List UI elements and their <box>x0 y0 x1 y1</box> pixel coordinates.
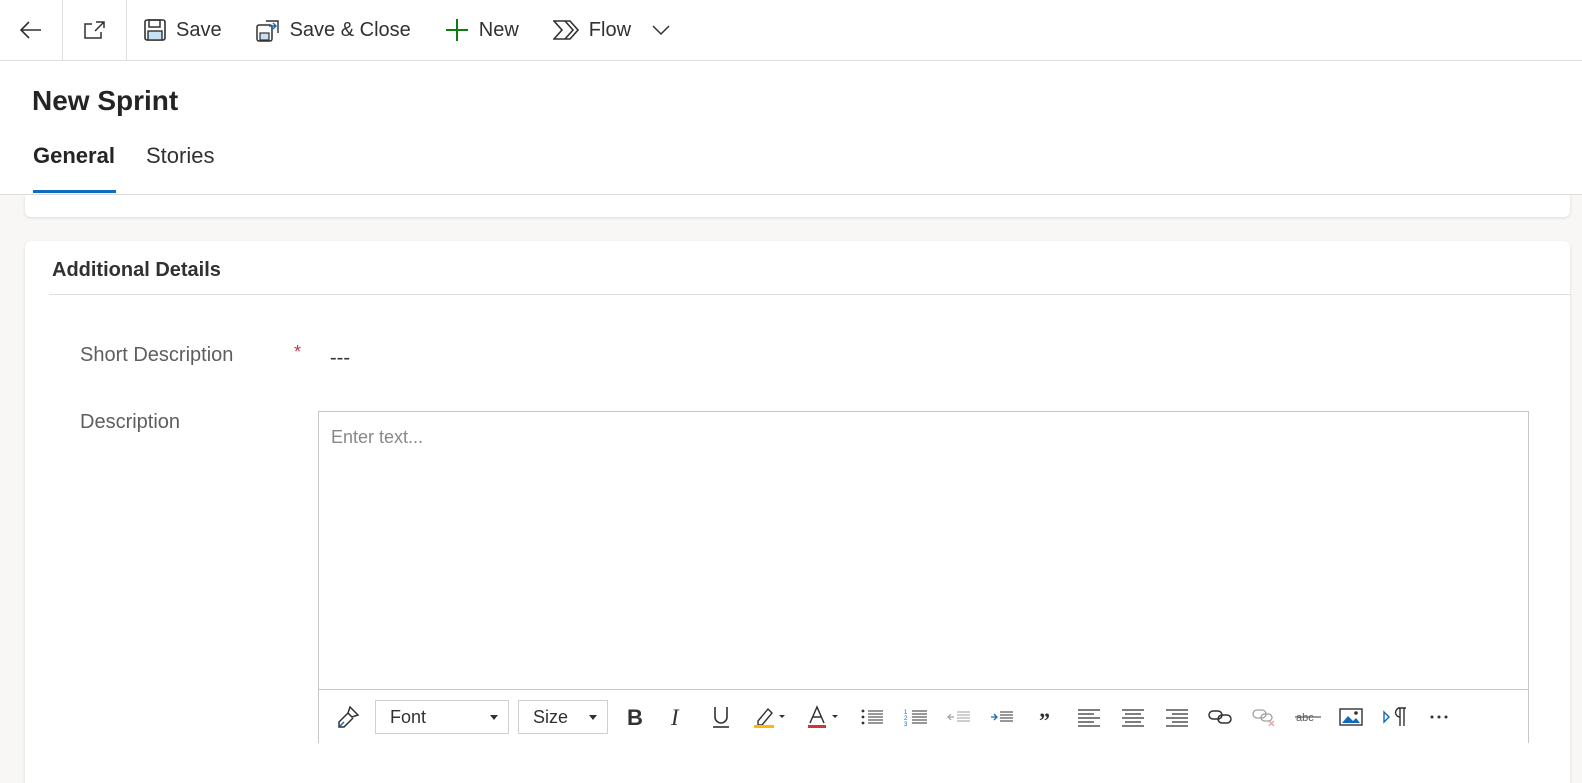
numbered-list-button[interactable]: 123 <box>903 690 929 744</box>
open-in-new-window-button[interactable] <box>63 0 127 61</box>
active-tab-indicator <box>33 190 116 193</box>
form-header: New Sprint General Stories <box>0 61 1582 195</box>
description-label: Description <box>80 411 181 433</box>
format-painter-button[interactable] <box>335 690 361 744</box>
size-dropdown-label: Size <box>533 706 569 727</box>
remove-link-button[interactable] <box>1251 690 1277 744</box>
align-left-button[interactable] <box>1076 690 1102 744</box>
description-input[interactable]: Enter text... <box>331 427 423 448</box>
save-and-close-label: Save & Close <box>289 18 411 41</box>
align-center-button[interactable] <box>1120 690 1146 744</box>
italic-icon: I <box>670 706 680 728</box>
link-icon <box>1208 710 1232 724</box>
font-dropdown[interactable]: Font <box>375 700 509 734</box>
format-painter-icon <box>338 705 360 728</box>
flow-label: Flow <box>588 18 632 41</box>
increase-indent-button[interactable] <box>989 690 1015 744</box>
additional-details-section: Additional Details Short Description * -… <box>25 241 1571 783</box>
save-icon <box>144 19 166 41</box>
unlink-icon <box>1252 709 1275 727</box>
align-right-button[interactable] <box>1164 690 1190 744</box>
image-icon <box>1339 708 1363 726</box>
save-and-close-icon <box>255 20 279 42</box>
bold-button[interactable]: B <box>621 690 647 744</box>
insert-image-button[interactable] <box>1338 690 1364 744</box>
tab-general[interactable]: General <box>33 143 115 194</box>
save-and-close-button[interactable]: Save & Close <box>239 0 428 61</box>
text-direction-button[interactable] <box>1382 690 1408 744</box>
more-options-button[interactable] <box>1426 690 1452 744</box>
short-description-label: Short Description <box>80 344 234 366</box>
blockquote-icon: ” <box>1039 709 1050 725</box>
font-dropdown-label: Font <box>390 706 427 727</box>
tab-stories[interactable]: Stories <box>146 143 214 194</box>
command-bar: Save Save & Close New Flow <box>0 0 1582 61</box>
bulleted-list-icon <box>861 709 883 725</box>
flow-dropdown-button[interactable] <box>648 0 674 61</box>
required-marker: * <box>294 342 302 362</box>
highlight-icon <box>754 707 785 728</box>
text-direction-icon <box>1383 707 1406 726</box>
new-button[interactable]: New <box>428 0 536 61</box>
description-rich-text-editor: Enter text... Font Size B I 1 2 3 ” abc <box>318 411 1529 743</box>
numbered-list-icon: 123 <box>904 710 927 727</box>
svg-text:B: B <box>627 706 643 728</box>
size-dropdown[interactable]: Size <box>518 700 608 734</box>
plus-icon <box>445 19 468 41</box>
strikethrough-button[interactable]: abc <box>1295 690 1321 744</box>
flow-icon <box>552 20 579 40</box>
svg-text:abc: abc <box>1296 712 1314 724</box>
more-icon <box>1430 715 1448 719</box>
highlight-button[interactable] <box>751 690 789 744</box>
pop-out-icon <box>83 21 105 39</box>
strikethrough-icon: abc <box>1295 712 1321 724</box>
short-description-field[interactable]: --- <box>330 347 350 370</box>
new-label: New <box>478 18 519 41</box>
increase-indent-icon <box>991 711 1013 722</box>
align-left-icon <box>1078 709 1100 727</box>
section-divider <box>49 294 1571 295</box>
italic-button[interactable]: I <box>664 690 690 744</box>
insert-link-button[interactable] <box>1207 690 1233 744</box>
font-color-icon <box>808 705 838 728</box>
back-arrow-icon <box>20 21 41 39</box>
underline-icon <box>713 707 729 728</box>
svg-text:3: 3 <box>904 722 908 727</box>
save-button[interactable]: Save <box>127 0 239 61</box>
caret-down-icon <box>589 714 597 720</box>
caret-down-icon <box>490 714 498 720</box>
back-button[interactable] <box>0 0 63 61</box>
underline-button[interactable] <box>708 690 734 744</box>
editor-toolbar: Font Size B I 1 2 3 ” abc <box>319 689 1528 743</box>
previous-section-card <box>25 195 1570 217</box>
font-color-button[interactable] <box>804 690 842 744</box>
align-center-icon <box>1122 709 1144 727</box>
flow-button[interactable]: Flow <box>536 0 648 61</box>
bulleted-list-button[interactable] <box>859 690 885 744</box>
bold-icon: B <box>627 706 643 728</box>
decrease-indent-button[interactable] <box>946 690 972 744</box>
align-right-icon <box>1166 709 1188 727</box>
save-label: Save <box>176 18 222 41</box>
svg-text:I: I <box>670 706 680 728</box>
blockquote-button[interactable]: ” <box>1033 690 1059 744</box>
svg-text:”: ” <box>1039 709 1050 725</box>
page-title: New Sprint <box>32 85 179 116</box>
chevron-down-icon <box>652 25 670 36</box>
decrease-indent-icon <box>947 711 970 722</box>
section-title: Additional Details <box>52 259 221 281</box>
